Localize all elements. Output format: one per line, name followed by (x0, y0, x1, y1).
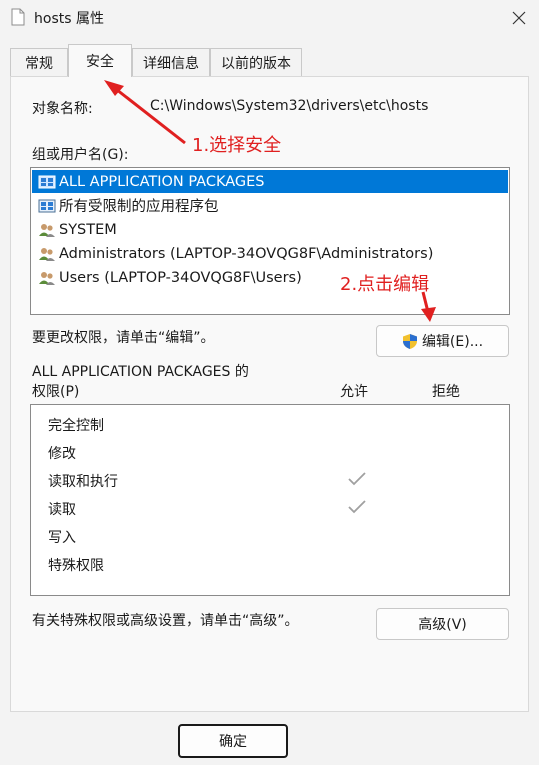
advanced-hint: 有关特殊权限或高级设置，请单击“高级”。 (32, 613, 299, 629)
package-icon (38, 175, 56, 188)
tab-security[interactable]: 安全 (68, 44, 132, 77)
close-icon (512, 11, 526, 25)
window-title: hosts 属性 (34, 11, 104, 27)
tab-security-label: 安全 (86, 54, 114, 70)
advanced-button-label: 高级(V) (418, 617, 467, 633)
close-button[interactable] (499, 2, 539, 34)
users-icon (39, 271, 55, 285)
edit-button[interactable]: 编辑(E)... (376, 325, 509, 357)
permissions-title: ALL APPLICATION PACKAGES 的 (32, 364, 249, 380)
users-icon (39, 247, 55, 261)
check-icon (348, 472, 366, 486)
user-name: Users (LAPTOP-34OVQG8F\Users) (59, 269, 302, 286)
ok-button[interactable]: 确定 (178, 724, 288, 758)
annotation-step-2: 2.点击编辑 (340, 274, 430, 295)
object-name-label: 对象名称: (32, 101, 93, 117)
permission-special: 特殊权限 (48, 558, 104, 574)
package-icon (38, 199, 56, 212)
check-icon (348, 500, 366, 514)
allow-column-header: 允许 (340, 384, 368, 400)
ok-button-label: 确定 (219, 734, 247, 750)
user-name: SYSTEM (59, 221, 117, 238)
tab-general-label: 常规 (25, 55, 53, 72)
tab-previous-versions[interactable]: 以前的版本 (210, 48, 302, 76)
tab-previous-versions-label: 以前的版本 (221, 55, 291, 72)
tab-details-label: 详细信息 (143, 55, 199, 72)
annotation-step-1: 1.选择安全 (192, 135, 282, 156)
permission-modify: 修改 (48, 446, 76, 462)
users-icon (39, 223, 55, 237)
deny-column-header: 拒绝 (432, 384, 460, 400)
permission-write: 写入 (48, 530, 76, 546)
user-item-system[interactable]: SYSTEM (32, 218, 508, 241)
permissions-label: 权限(P) (32, 384, 80, 400)
tab-details[interactable]: 详细信息 (132, 48, 210, 76)
user-item-all-application-packages[interactable]: ALL APPLICATION PACKAGES (32, 170, 508, 193)
user-name: 所有受限制的应用程序包 (59, 199, 219, 215)
uac-shield-icon (402, 333, 417, 349)
tab-general[interactable]: 常规 (10, 48, 68, 76)
object-name-value: C:\Windows\System32\drivers\etc\hosts (150, 98, 429, 114)
user-name: Administrators (LAPTOP-34OVQG8F\Administ… (59, 245, 434, 262)
user-item-administrators[interactable]: Administrators (LAPTOP-34OVQG8F\Administ… (32, 242, 508, 265)
user-item-restricted-packages[interactable]: 所有受限制的应用程序包 (32, 194, 508, 217)
change-permission-hint: 要更改权限，请单击“编辑”。 (32, 330, 215, 346)
file-icon (11, 8, 25, 26)
group-or-user-label: 组或用户名(G): (32, 147, 129, 163)
permission-full-control: 完全控制 (48, 418, 104, 434)
permission-read: 读取 (48, 502, 76, 518)
user-item-users[interactable]: Users (LAPTOP-34OVQG8F\Users) (32, 266, 508, 289)
edit-button-label: 编辑(E)... (421, 334, 484, 350)
advanced-button[interactable]: 高级(V) (376, 608, 509, 640)
permission-read-execute: 读取和执行 (48, 474, 118, 490)
user-name: ALL APPLICATION PACKAGES (59, 173, 265, 190)
